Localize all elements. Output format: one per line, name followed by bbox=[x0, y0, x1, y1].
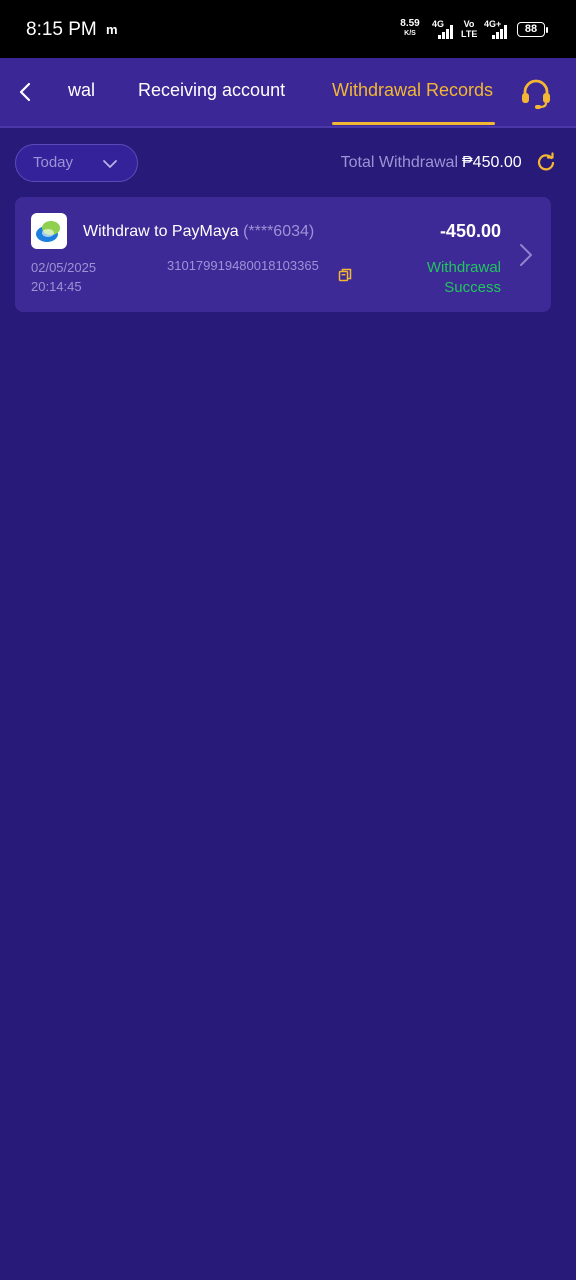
record-status-line1: Withdrawal bbox=[426, 259, 501, 276]
record-order-number: 310179919480018103365 bbox=[167, 258, 319, 273]
tab-withdrawal-records[interactable]: Withdrawal Records bbox=[332, 80, 493, 101]
network-speed: 8.59 K/S bbox=[398, 19, 422, 39]
date-filter-dropdown[interactable]: Today bbox=[15, 144, 138, 182]
record-method: Withdraw to PayMaya bbox=[83, 223, 239, 240]
customer-service-headset-icon[interactable] bbox=[518, 76, 554, 112]
record-title: Withdraw to PayMaya (****6034) bbox=[83, 223, 314, 241]
record-time: 20:14:45 bbox=[31, 279, 82, 294]
record-amount: -450.00 bbox=[439, 221, 501, 241]
battery-level: 88 bbox=[524, 23, 538, 35]
record-date: 02/05/2025 bbox=[31, 260, 97, 275]
tab-receiving-account[interactable]: Receiving account bbox=[138, 80, 285, 101]
back-arrow-icon[interactable] bbox=[12, 78, 40, 106]
total-withdrawal-amount: ₱450.00 bbox=[462, 154, 522, 171]
paymaya-logo bbox=[31, 213, 67, 249]
battery-icon: 88 bbox=[517, 22, 545, 37]
speed-value: 8.59 bbox=[400, 18, 420, 29]
status-time: 8:15 PM bbox=[26, 19, 97, 40]
battery-tip bbox=[546, 27, 548, 33]
chevron-right-icon[interactable] bbox=[518, 242, 534, 268]
refresh-icon[interactable] bbox=[536, 152, 556, 172]
notification-icon: m bbox=[106, 22, 118, 37]
record-datetime: 02/05/2025 20:14:45 bbox=[31, 258, 96, 296]
withdrawal-record-card[interactable]: Withdraw to PayMaya (****6034) -450.00 0… bbox=[15, 197, 551, 312]
status-bar: 8:15 PM m 8.59 K/S 4G Vo LTE 4G+ 88 bbox=[0, 0, 576, 58]
record-status-line2: Success bbox=[444, 279, 501, 296]
tab-withdrawal[interactable]: wal bbox=[68, 80, 95, 101]
signal-icon bbox=[492, 24, 508, 39]
volte-bottom: LTE bbox=[461, 29, 478, 39]
volte-indicator: Vo LTE bbox=[461, 19, 477, 39]
signal-icon bbox=[438, 24, 454, 39]
header: wal Receiving account Withdrawal Records bbox=[0, 58, 576, 128]
record-status: Withdrawal Success bbox=[391, 258, 501, 298]
record-account-masked: (****6034) bbox=[243, 223, 315, 240]
speed-unit: K/S bbox=[404, 30, 416, 37]
volte-top: Vo bbox=[463, 19, 475, 29]
copy-icon[interactable] bbox=[338, 268, 352, 282]
date-filter-value: Today bbox=[33, 154, 74, 171]
active-tab-indicator bbox=[332, 122, 495, 125]
chevron-down-icon bbox=[103, 160, 117, 168]
total-withdrawal-label: Total Withdrawal bbox=[340, 154, 458, 171]
